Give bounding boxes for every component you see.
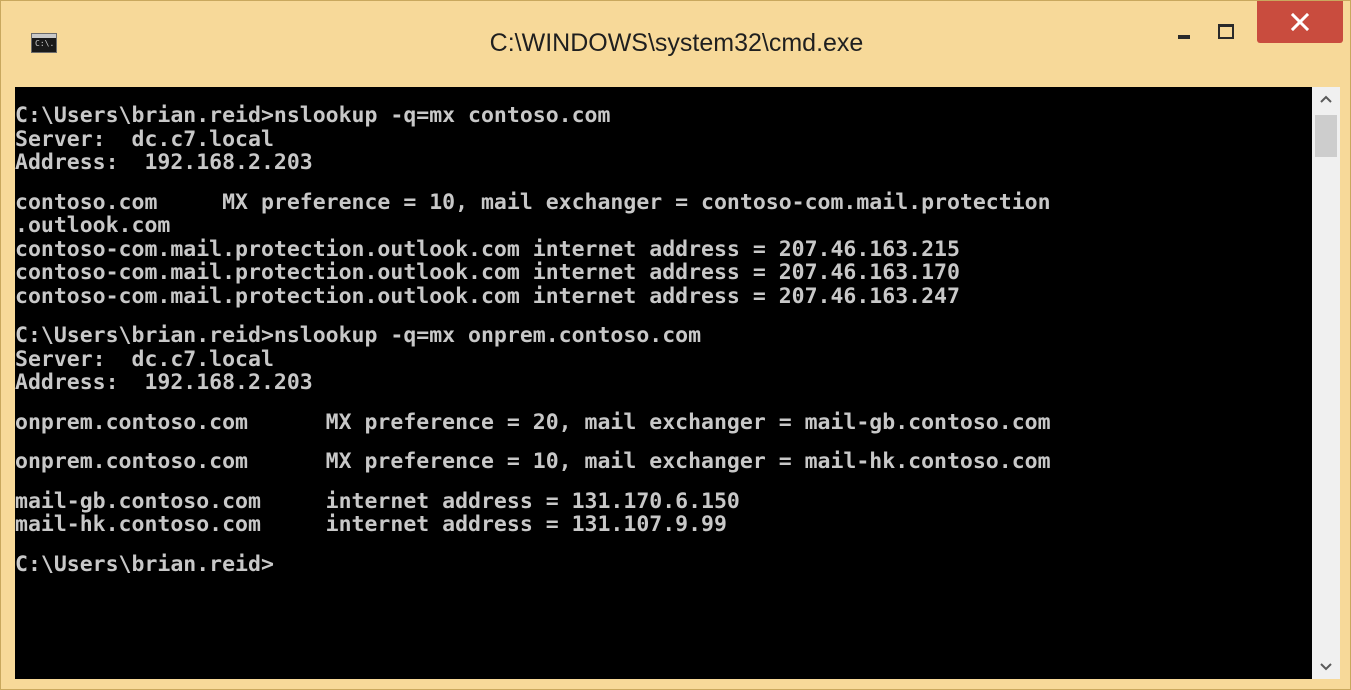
console-lines: C:\Users\brian.reid>nslookup -q=mx conto… [15, 104, 1312, 576]
title-bar[interactable]: C:\. C:\WINDOWS\system32\cmd.exe [1, 1, 1350, 87]
console-line: contoso-com.mail.protection.outlook.com … [15, 237, 960, 261]
console-output[interactable]: C:\Users\brian.reid>nslookup -q=mx conto… [15, 87, 1312, 679]
console-line: mail-hk.contoso.com internet address = 1… [15, 513, 727, 537]
console-line: contoso-com.mail.protection.outlook.com … [15, 261, 960, 285]
console-line: .outlook.com [15, 214, 171, 238]
console-line: Server: dc.c7.local [15, 347, 274, 371]
cmd-window: C:\. C:\WINDOWS\system32\cmd.exe C:\User… [0, 0, 1351, 690]
window-title: C:\WINDOWS\system32\cmd.exe [489, 29, 864, 57]
console-line: contoso-com.mail.protection.outlook.com … [15, 284, 960, 308]
console-line: C:\Users\brian.reid>nslookup -q=mx onpre… [15, 324, 702, 348]
console-line: onprem.contoso.com MX preference = 20, m… [15, 410, 1051, 434]
chevron-down-icon[interactable] [1312, 653, 1340, 679]
console-line: Address: 192.168.2.203 [15, 371, 313, 395]
chevron-up-icon[interactable] [1312, 87, 1340, 113]
console-line: onprem.contoso.com MX preference = 10, m… [15, 450, 1051, 474]
vertical-scrollbar[interactable] [1312, 87, 1340, 679]
console-line: C:\Users\brian.reid>nslookup -q=mx conto… [15, 104, 611, 128]
scrollbar-thumb[interactable] [1315, 115, 1337, 157]
maximize-icon[interactable] [1206, 1, 1244, 55]
console-line: mail-gb.contoso.com internet address = 1… [15, 489, 740, 513]
console-line: contoso.com MX preference = 10, mail exc… [15, 190, 1051, 214]
console-line: Server: dc.c7.local [15, 127, 274, 151]
close-icon[interactable] [1257, 1, 1343, 43]
console-line: C:\Users\brian.reid> [15, 552, 274, 576]
console-line: Address: 192.168.2.203 [15, 151, 313, 175]
minimize-icon[interactable] [1169, 1, 1203, 55]
